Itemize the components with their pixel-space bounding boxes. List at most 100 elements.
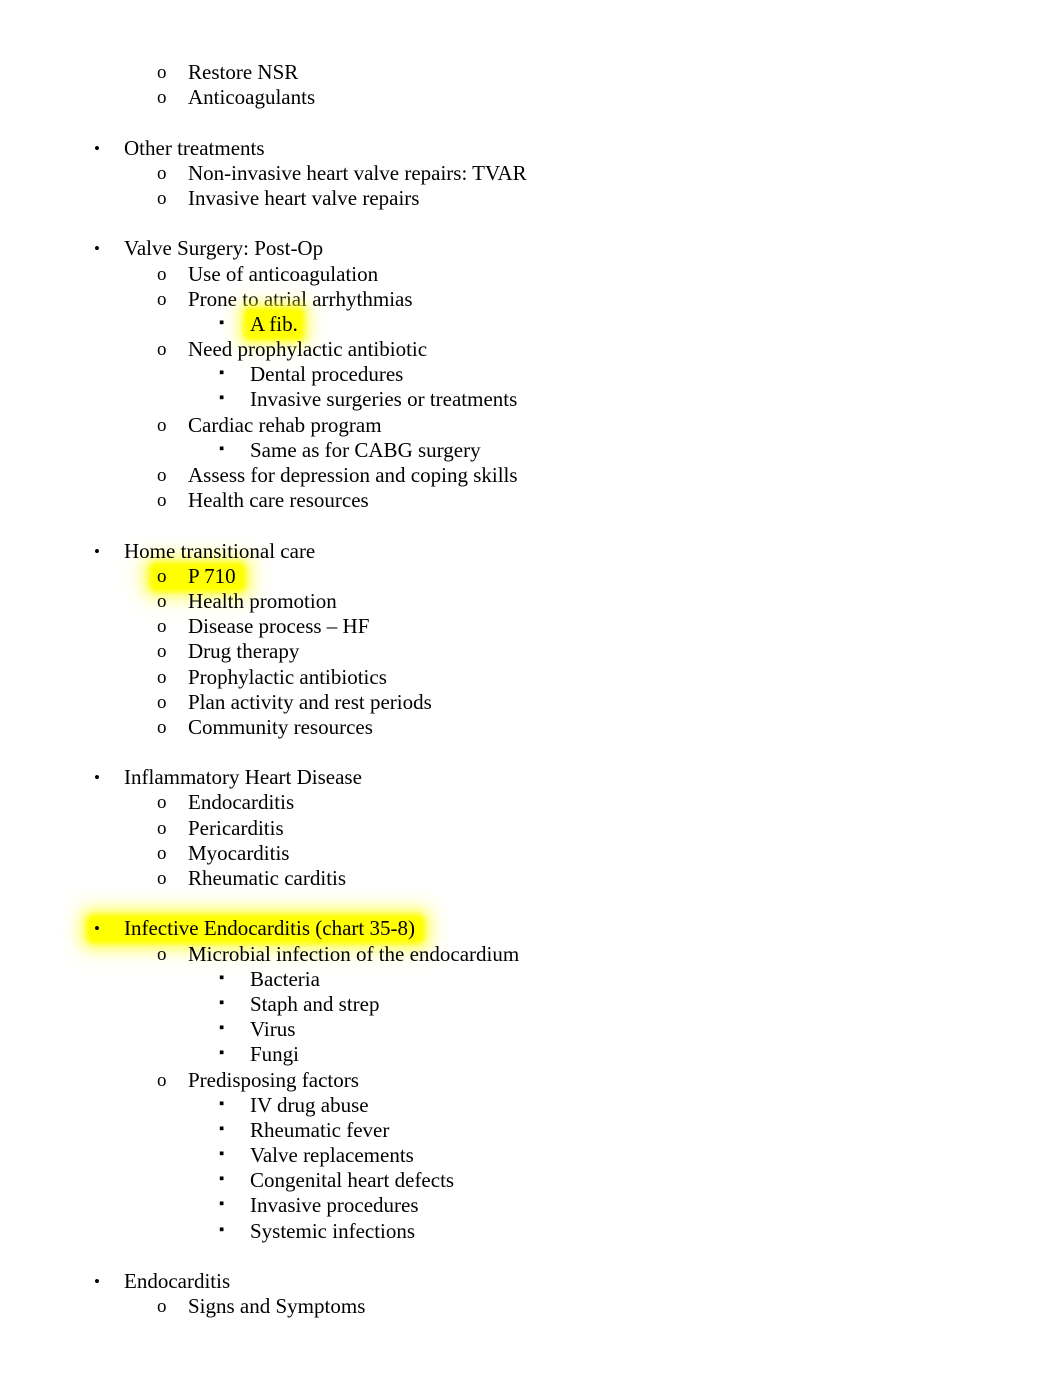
bullet-square-icon: ▪ — [219, 1221, 225, 1238]
bullet-circle-icon: o — [157, 263, 167, 285]
outline-item: ▪ Valve replacements — [0, 1143, 1062, 1168]
group-endocarditis: • Endocarditis o Signs and Symptoms — [0, 1269, 1062, 1319]
outline-item: o Rheumatic carditis — [0, 866, 1062, 891]
outline-item-text: Pericarditis — [188, 815, 284, 840]
outline-item-text: Same as for CABG surgery — [250, 437, 481, 462]
bullet-circle-icon: o — [157, 465, 167, 486]
outline-item: o Cardiac rehab program — [0, 413, 1062, 438]
bullet-square-icon: ▪ — [219, 440, 225, 457]
outline-item: o Pericarditis — [0, 816, 1062, 841]
bullet-square-icon: ▪ — [219, 1120, 225, 1137]
bullet-circle-icon: o — [157, 641, 167, 663]
bullet-circle-icon: o — [157, 87, 167, 109]
outline-item-text: Rheumatic carditis — [188, 866, 347, 890]
highlight-mark: A fib. — [247, 310, 301, 337]
outline-item: o Assess for depression and coping skills — [0, 463, 1062, 488]
outline-item: o Need prophylactic antibiotic — [0, 337, 1062, 362]
outline-item-text: Drug therapy — [188, 639, 300, 664]
outline-item: ▪ Rheumatic fever — [0, 1118, 1062, 1143]
outline-item: ▪ Same as for CABG surgery — [0, 438, 1062, 463]
outline-item-text: Myocarditis — [188, 840, 290, 865]
bullet-square-icon: ▪ — [219, 1095, 225, 1112]
bullet-disc-icon: • — [94, 541, 100, 561]
outline-item: o Health care resources — [0, 488, 1062, 513]
bullet-square-icon: ▪ — [219, 314, 225, 331]
outline-item-text: IV drug abuse — [250, 1092, 369, 1117]
outline-item-text: Rheumatic fever — [250, 1117, 390, 1142]
outline-item: o Prophylactic antibiotics — [0, 665, 1062, 690]
outline-item-text: Health promotion — [188, 588, 337, 613]
outline-item-text: Assess for depression and coping skills — [188, 463, 518, 487]
bullet-disc-icon: • — [94, 239, 100, 259]
bullet-square-icon: ▪ — [219, 365, 225, 382]
bullet-circle-icon: o — [157, 616, 167, 638]
outline-item: o Non-invasive heart valve repairs: TVAR — [0, 161, 1062, 186]
bullet-square-icon: ▪ — [219, 969, 225, 986]
outline-item: o Endocarditis — [0, 790, 1062, 815]
outline-item-text: P 710 — [188, 563, 236, 588]
outline-item-text: Restore NSR — [188, 60, 299, 84]
outline-item-text: Health care resources — [188, 488, 369, 513]
bullet-square-icon: ▪ — [219, 1045, 225, 1062]
bullet-circle-icon: o — [157, 817, 167, 839]
group-restore-nsr: o Restore NSR o Anticoagulants — [0, 60, 1062, 110]
outline-item: o Drug therapy — [0, 639, 1062, 664]
outline-item-text: Congenital heart defects — [250, 1168, 455, 1193]
outline-item: ▪ Fungi — [0, 1042, 1062, 1067]
outline-item: o Signs and Symptoms — [0, 1294, 1062, 1319]
outline-item: o Disease process – HF — [0, 614, 1062, 639]
bullet-circle-icon: o — [157, 288, 167, 310]
outline-item: o Community resources — [0, 715, 1062, 740]
outline-item: ▪ Invasive surgeries or treatments — [0, 387, 1062, 412]
bullet-circle-icon: o — [157, 590, 167, 612]
outline-item-text: Invasive heart valve repairs — [188, 185, 420, 210]
outline-item: o Use of anticoagulation — [0, 262, 1062, 287]
group-home-transitional-care: • Home transitional care o P 710 o Health pro… — [0, 539, 1062, 741]
bullet-square-icon: ▪ — [219, 994, 225, 1011]
outline-item: o Myocarditis — [0, 841, 1062, 866]
outline-item-text: Virus — [250, 1017, 296, 1042]
bullet-square-icon: ▪ — [219, 1020, 225, 1037]
outline-item: o Invasive heart valve repairs — [0, 186, 1062, 211]
outline-item: ▪ Bacteria — [0, 967, 1062, 992]
outline-item: o Restore NSR — [0, 60, 1062, 85]
outline-item-text: Home transitional care — [124, 538, 316, 563]
outline-item-text: Prophylactic antibiotics — [188, 664, 387, 689]
outline-item-text: Invasive procedures — [250, 1193, 419, 1218]
group-infective-endocarditis: • Infective Endocarditis (chart 35-8) o Mic… — [0, 916, 1062, 1243]
outline-item-text: Non-invasive heart valve repairs: TVAR — [188, 160, 527, 185]
outline-item-text: Endocarditis — [188, 790, 295, 815]
outline-item: ▪ Invasive procedures — [0, 1193, 1062, 1218]
outline-item-text: A fib. — [247, 310, 301, 337]
outline-item-text: Endocarditis — [124, 1269, 231, 1293]
bullet-square-icon: ▪ — [219, 1196, 225, 1213]
outline-item-text: Microbial infection of the endocardium — [188, 941, 520, 966]
bullet-disc-icon: • — [94, 919, 100, 939]
outline-item-text: Predisposing factors — [188, 1067, 359, 1092]
outline-item-text: Inflammatory Heart Disease — [124, 765, 362, 790]
outline-item: ▪ Virus — [0, 1017, 1062, 1042]
bullet-circle-icon: o — [157, 691, 167, 713]
outline-item: o Predisposing factors — [0, 1068, 1062, 1093]
outline-item: ▪ Congenital heart defects — [0, 1168, 1062, 1193]
bullet-square-icon: ▪ — [219, 1171, 225, 1188]
outline-item-text: Fungi — [250, 1042, 300, 1067]
outline-item: o Prone to atrial arrhythmias — [0, 287, 1062, 312]
outline-item: o Microbial infection of the endocardium — [0, 942, 1062, 967]
outline-item-text: Signs and Symptoms — [188, 1294, 366, 1319]
outline-item-text: Valve replacements — [250, 1143, 414, 1168]
group-inflammatory-heart-disease: • Inflammatory Heart Disease o Endocarditis… — [0, 765, 1062, 891]
outline-item: o Plan activity and rest periods — [0, 690, 1062, 715]
bullet-circle-icon: o — [157, 792, 167, 814]
outline-item-text: Staph and strep — [250, 991, 380, 1016]
outline-item-text: Need prophylactic antibiotic — [188, 337, 428, 362]
bullet-disc-icon: • — [94, 1272, 100, 1291]
outline-item-text: Prone to atrial arrhythmias — [188, 286, 413, 311]
outline-item: • Endocarditis — [0, 1269, 1062, 1294]
outline-item-text: Infective Endocarditis (chart 35-8) — [124, 916, 415, 941]
outline-item: ▪ Staph and strep — [0, 992, 1062, 1017]
group-other-treatments: • Other treatments o Non-invasive heart val… — [0, 136, 1062, 212]
outline-item-text: Bacteria — [250, 966, 320, 991]
outline-item: ▪ Systemic infections — [0, 1219, 1062, 1244]
bullet-circle-icon: o — [157, 414, 167, 436]
